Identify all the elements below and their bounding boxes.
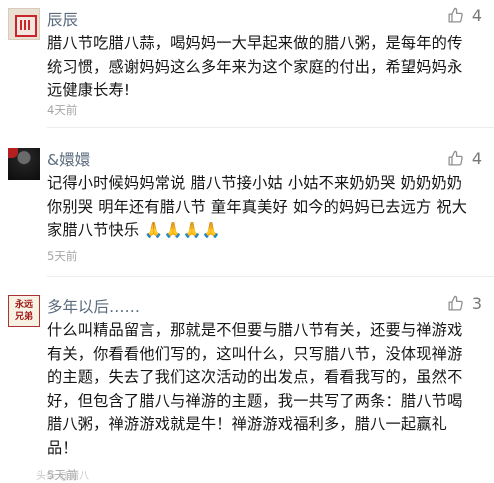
avatar-text-line: 兄弟 (14, 312, 33, 322)
comment-time: 5天前 (47, 249, 78, 263)
comment-username[interactable]: 辰辰 (47, 8, 78, 30)
comment-username[interactable]: 多年以后…… (47, 295, 140, 317)
comment-item: 辰辰 4 腊八节吃腊八蒜，喝妈妈一大早起来做的腊八粥，是每年的传统习惯，感谢妈妈… (0, 0, 494, 128)
comment-item: 永远 兄弟 多年以后…… 3 什么叫精品留言，那就是不但要与腊八节有关，还要与禅… (0, 290, 494, 483)
divider (47, 127, 494, 128)
thumbs-up-icon (448, 7, 463, 23)
comment-item: &嬛嬛 4 记得小时候妈妈常说 腊八节接小姑 小姑不来奶奶哭 奶奶奶奶你别哭 明… (0, 142, 494, 277)
avatar[interactable] (8, 148, 40, 180)
avatar[interactable]: 永远 兄弟 (8, 295, 40, 327)
comment-username[interactable]: &嬛嬛 (47, 148, 90, 170)
avatar-text-line: 永远 (14, 300, 33, 310)
comment-time: 4天前 (47, 103, 78, 117)
thumbs-up-icon (448, 295, 463, 311)
like-button[interactable]: 3 (447, 294, 482, 313)
like-button[interactable]: 4 (447, 149, 482, 168)
like-button[interactable]: 4 (447, 6, 482, 25)
comment-text: 记得小时候妈妈常说 腊八节接小姑 小姑不来奶奶哭 奶奶奶奶你别哭 明年还有腊八节… (47, 174, 468, 239)
comment-text: 腊八节吃腊八蒜，喝妈妈一大早起来做的腊八粥，是每年的传统习惯，感谢妈妈这么多年来… (47, 34, 463, 99)
like-count: 4 (471, 149, 482, 168)
thumbs-up-icon (448, 150, 463, 166)
comment-text: 什么叫精品留言，那就是不但要与腊八节有关，还要与禅游戏有关，你看看他们写的，这叫… (47, 321, 463, 457)
watermark: 头条 @腊八 (36, 471, 90, 482)
avatar[interactable] (8, 8, 40, 40)
like-count: 4 (471, 6, 482, 25)
divider (47, 276, 494, 277)
like-count: 3 (471, 294, 482, 313)
